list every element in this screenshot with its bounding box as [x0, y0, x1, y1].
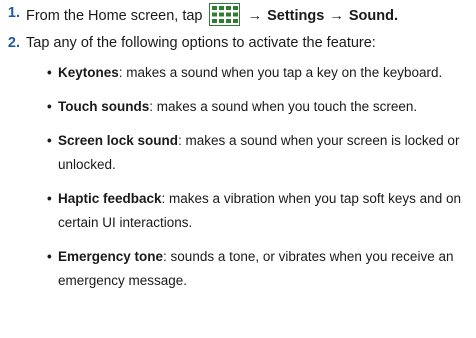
- option-term: Keytones: [58, 65, 119, 80]
- option-description: : makes a sound when you tap a key on th…: [118, 65, 443, 80]
- bullet-icon: •: [47, 249, 52, 264]
- arrow-icon: →: [247, 8, 263, 24]
- bullet-icon: •: [47, 133, 52, 148]
- list-item-touch-sounds: • Touch sounds: makes a sound when you t…: [46, 95, 466, 119]
- option-description: : makes a sound when you touch the scree…: [149, 99, 418, 114]
- step-number: 2.: [7, 35, 20, 51]
- apps-grid-icon: [208, 3, 240, 26]
- bullet-icon: •: [47, 191, 52, 206]
- list-item-haptic-feedback: • Haptic feedback: makes a vibration whe…: [46, 187, 466, 235]
- options-list: • Keytones: makes a sound when you tap a…: [46, 61, 466, 303]
- option-term: Haptic feedback: [58, 191, 162, 206]
- settings-label: Settings: [267, 8, 325, 24]
- list-item-screen-lock-sound: • Screen lock sound: makes a sound when …: [46, 129, 466, 177]
- step-text-before: From the Home screen, tap: [26, 8, 203, 24]
- arrow-icon: →: [329, 8, 344, 24]
- instruction-page: 1. From the Home screen, tap → Settings …: [0, 0, 476, 338]
- sound-label: Sound: [348, 8, 394, 24]
- step-text: Tap any of the following options to acti…: [26, 35, 376, 51]
- option-term: Emergency tone: [58, 249, 164, 264]
- bullet-icon: •: [47, 99, 52, 114]
- list-item-emergency-tone: • Emergency tone: sounds a tone, or vibr…: [46, 245, 466, 293]
- option-term: Touch sounds: [58, 99, 150, 114]
- step-number: 1.: [7, 5, 20, 21]
- step-end-period: .: [393, 8, 398, 24]
- step-text: From the Home screen, tap → Settings → S…: [26, 3, 398, 26]
- option-term: Screen lock sound: [58, 133, 179, 148]
- list-item-keytones: • Keytones: makes a sound when you tap a…: [46, 61, 466, 85]
- bullet-icon: •: [47, 65, 52, 80]
